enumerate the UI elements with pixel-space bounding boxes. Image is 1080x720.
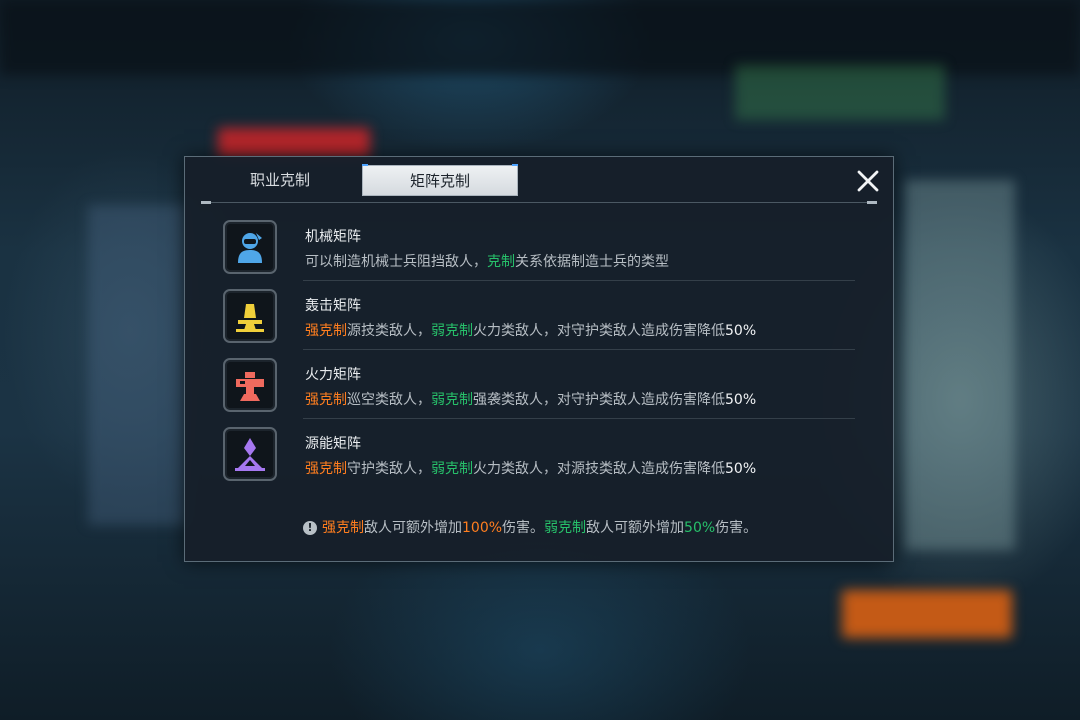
matrix-row-mech: 机械矩阵 可以制造机械士兵阻挡敌人，克制关系依据制造士兵的类型 xyxy=(223,212,855,281)
counter-bonus-note: ! 强克制敌人可额外增加100%伤害。弱克制敌人可额外增加50%伤害。 xyxy=(303,517,757,537)
matrix-title: 火力矩阵 xyxy=(305,367,361,383)
firepower-matrix-icon xyxy=(223,358,277,412)
matrix-title: 轰击矩阵 xyxy=(305,298,361,314)
matrix-row-bombard: 轰击矩阵 强克制源技类敌人，弱克制火力类敌人，对守护类敌人造成伤害降低50% xyxy=(223,281,855,350)
matrix-row-firepower: 火力矩阵 强克制巡空类敌人，弱克制强袭类敌人，对守护类敌人造成伤害降低50% xyxy=(223,350,855,419)
background-red-tag xyxy=(218,128,370,158)
background-orange-button xyxy=(842,590,1012,638)
counter-info-dialog: 职业克制 矩阵克制 机械矩阵 可以制造机械士兵阻挡敌人，克制关系依据制造士兵的类… xyxy=(184,156,894,562)
background-character-right xyxy=(905,180,1015,550)
matrix-title: 源能矩阵 xyxy=(305,436,361,452)
matrix-description: 强克制守护类敌人，弱克制火力类敌人，对源技类敌人造成伤害降低50% xyxy=(305,461,757,477)
mech-matrix-icon xyxy=(223,220,277,274)
background-character-left xyxy=(88,205,188,525)
warning-icon: ! xyxy=(303,521,317,535)
matrix-title: 机械矩阵 xyxy=(305,229,361,245)
close-icon xyxy=(857,170,879,192)
header-divider xyxy=(201,201,877,204)
bombard-matrix-icon xyxy=(223,289,277,343)
background-top-bar xyxy=(0,0,1080,75)
matrix-description: 强克制巡空类敌人，弱克制强袭类敌人，对守护类敌人造成伤害降低50% xyxy=(305,392,757,408)
matrix-description: 可以制造机械士兵阻挡敌人，克制关系依据制造士兵的类型 xyxy=(305,254,669,270)
matrix-description: 强克制源技类敌人，弱克制火力类敌人，对守护类敌人造成伤害降低50% xyxy=(305,323,757,339)
tab-class-counter[interactable]: 职业克制 xyxy=(203,165,357,196)
background-green-panel xyxy=(735,65,945,120)
source-energy-matrix-icon xyxy=(223,427,277,481)
tab-matrix-counter[interactable]: 矩阵克制 xyxy=(362,164,518,196)
matrix-row-source-energy: 源能矩阵 强克制守护类敌人，弱克制火力类敌人，对源技类敌人造成伤害降低50% xyxy=(223,419,855,488)
close-button[interactable] xyxy=(855,168,881,194)
